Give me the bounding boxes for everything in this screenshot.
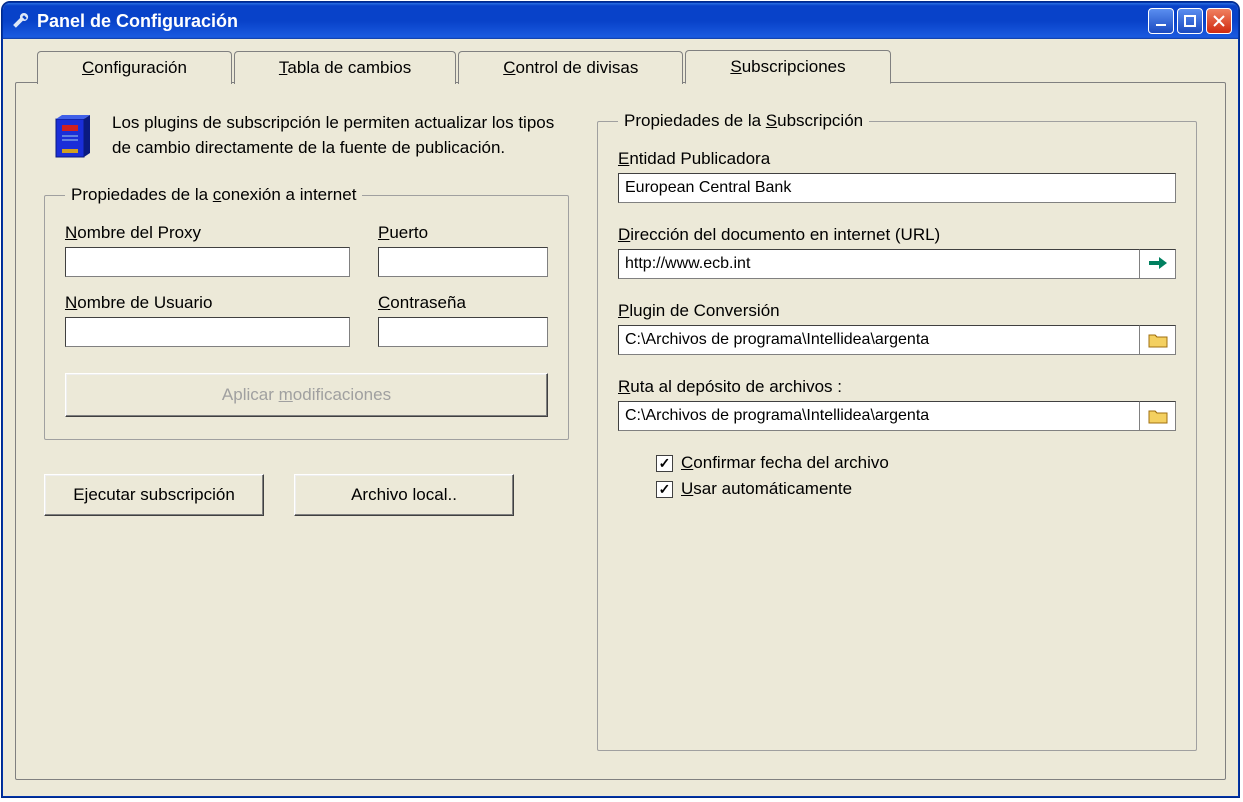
user-input[interactable] <box>65 317 350 347</box>
proxy-label: Nombre del Proxy <box>65 223 350 243</box>
user-label: Nombre de Usuario <box>65 293 350 313</box>
window-title: Panel de Configuración <box>37 11 238 32</box>
password-input[interactable] <box>378 317 548 347</box>
url-go-button[interactable] <box>1140 249 1176 279</box>
arrow-right-icon <box>1149 254 1167 275</box>
plugin-browse-button[interactable] <box>1140 325 1176 355</box>
tabstrip: Configuración Tabla de cambios Control d… <box>15 49 1226 83</box>
tab-control-divisas[interactable]: Control de divisas <box>458 51 683 84</box>
titlebar: Panel de Configuración <box>3 3 1238 39</box>
use-auto-checkbox[interactable]: ✓ <box>656 481 673 498</box>
port-label: Puerto <box>378 223 548 243</box>
connection-legend: Propiedades de la conexión a internet <box>65 185 362 205</box>
entity-label: Entidad Publicadora <box>618 149 1176 169</box>
apply-button: Aplicar modificaciones <box>65 373 548 417</box>
proxy-input[interactable] <box>65 247 350 277</box>
subscription-legend: Propiedades de la Subscripción <box>618 111 869 131</box>
plugin-icon <box>48 111 96 167</box>
connection-group: Propiedades de la conexión a internet No… <box>44 185 569 440</box>
tab-page-subscripciones: Los plugins de subscripción le permiten … <box>15 82 1226 780</box>
path-browse-button[interactable] <box>1140 401 1176 431</box>
url-label: Dirección del documento en internet (URL… <box>618 225 1176 245</box>
plugin-input[interactable] <box>618 325 1140 355</box>
plugin-label: Plugin de Conversión <box>618 301 1176 321</box>
url-input[interactable] <box>618 249 1140 279</box>
maximize-button[interactable] <box>1177 8 1203 34</box>
confirm-date-checkbox[interactable]: ✓ <box>656 455 673 472</box>
subscription-group: Propiedades de la Subscripción Entidad P… <box>597 111 1197 751</box>
run-subscription-button[interactable]: Ejecutar subscripción <box>44 474 264 516</box>
local-file-button[interactable]: Archivo local.. <box>294 474 514 516</box>
confirm-date-label: Confirmar fecha del archivo <box>681 453 889 473</box>
path-label: Ruta al depósito de archivos : <box>618 377 1176 397</box>
password-label: Contraseña <box>378 293 548 313</box>
port-input[interactable] <box>378 247 548 277</box>
use-auto-label: Usar automáticamente <box>681 479 852 499</box>
tab-subscripciones[interactable]: Subscripciones <box>685 50 890 84</box>
path-input[interactable] <box>618 401 1140 431</box>
tab-configuracion[interactable]: Configuración <box>37 51 232 84</box>
intro-text: Los plugins de subscripción le permiten … <box>112 111 569 160</box>
folder-icon <box>1148 332 1168 348</box>
folder-icon <box>1148 408 1168 424</box>
close-button[interactable] <box>1206 8 1232 34</box>
entity-input[interactable] <box>618 173 1176 203</box>
tab-tabla-cambios[interactable]: Tabla de cambios <box>234 51 456 84</box>
minimize-button[interactable] <box>1148 8 1174 34</box>
wrench-icon <box>11 12 29 30</box>
config-window: Panel de Configuración Configuración Tab… <box>2 2 1239 797</box>
